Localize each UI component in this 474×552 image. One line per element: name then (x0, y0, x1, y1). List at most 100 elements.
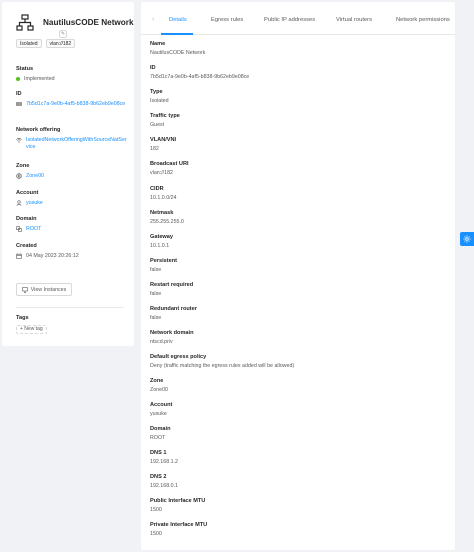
detail-value: Guest (150, 122, 165, 128)
detail-label: Domain (150, 426, 171, 432)
edit-icon[interactable]: ✎ (59, 30, 67, 38)
detail-row: Account yusuke (150, 402, 172, 417)
block-icon (16, 226, 22, 232)
detail-label: DNS 1 (150, 450, 167, 456)
account-field: Account yusuke (16, 190, 43, 206)
tab-egress-rules[interactable]: Egress rules (211, 17, 243, 23)
detail-value: 255.255.255.0 (150, 219, 184, 225)
tab-scroll-right-icon[interactable]: › (446, 16, 448, 23)
detail-label: Private Interface MTU (150, 522, 208, 528)
id-label: ID (16, 91, 22, 97)
detail-label: CIDR (150, 186, 164, 192)
settings-button[interactable] (460, 232, 474, 246)
page-scrollbar[interactable] (468, 0, 473, 552)
detail-value: 192.168.0.1 (150, 483, 178, 489)
detail-value: 192.168.1.2 (150, 459, 178, 465)
domain-label: Domain (16, 216, 37, 222)
account-label: Account (16, 190, 39, 196)
detail-row: Domain ROOT (150, 426, 171, 441)
detail-label: DNS 2 (150, 474, 167, 480)
calendar-icon (16, 253, 22, 259)
detail-row: Broadcast URI vlan://182 (150, 161, 189, 176)
detail-label: Network domain (150, 330, 194, 336)
active-tab-indicator (161, 33, 193, 35)
detail-row: Persistent false (150, 258, 177, 273)
detail-row: Traffic type Guest (150, 113, 180, 128)
detail-row: ID 7b5d1c7a-9e0b-4af5-b838-9b62eb9e08ce (150, 65, 249, 80)
detail-value: yusuke (150, 411, 167, 417)
tab-details[interactable]: Details (169, 17, 187, 23)
gear-icon (463, 235, 471, 243)
detail-label: Public Interface MTU (150, 498, 206, 504)
detail-row: Zone Zone00 (150, 378, 168, 393)
status-value: Implemented (24, 76, 55, 82)
detail-row: Name NautilusCODE Network (150, 41, 205, 56)
detail-row: Restart required false (150, 282, 193, 297)
detail-value: 1500 (150, 507, 162, 513)
detail-row: Type Isolated (150, 89, 169, 104)
account-link[interactable]: yusuke (26, 200, 43, 206)
detail-row: VLAN/VNI 182 (150, 137, 176, 152)
detail-label: Gateway (150, 234, 174, 240)
detail-value: 10.1.0.1 (150, 243, 170, 249)
offering-field: Network offering IsolatedNetworkOffering… (16, 127, 128, 151)
detail-label: Netmask (150, 210, 174, 216)
detail-row: Redundant router false (150, 306, 197, 321)
detail-row: DNS 1 192.168.1.2 (150, 450, 178, 465)
globe-icon (16, 173, 22, 179)
zone-label: Zone (16, 163, 30, 169)
tab-public-ip-addresses[interactable]: Public IP addresses (264, 17, 315, 23)
id-field: ID 7b5d1c7a-9e0b-4af5-b838-9b62eb9e08ce (16, 91, 128, 108)
domain-link[interactable]: ROOT (26, 226, 41, 232)
zone-link[interactable]: Zone00 (26, 173, 44, 179)
resource-summary-card: NautilusCODE Network ✎ Isolated vlan://1… (2, 2, 134, 346)
tab-virtual-routers[interactable]: Virtual routers (336, 17, 372, 23)
view-instances-button[interactable]: View Instances (16, 283, 72, 296)
detail-value: false (150, 291, 162, 297)
detail-value: ROOT (150, 435, 166, 441)
detail-label: ID (150, 65, 156, 71)
detail-row: Default egress policy Deny (traffic match… (150, 354, 294, 369)
detail-label: Name (150, 41, 166, 47)
detail-label: Zone (150, 378, 164, 384)
desktop-icon (21, 286, 28, 293)
detail-row: CIDR 10.1.0.0/24 (150, 186, 177, 201)
detail-row: Network domain ntscd.priv (150, 330, 194, 345)
detail-value: 182 (150, 146, 159, 152)
tab-network-permissions[interactable]: Network permissions (396, 17, 450, 23)
detail-row: Gateway 10.1.0.1 (150, 234, 173, 249)
detail-label: Broadcast URI (150, 161, 189, 167)
view-instances-label: View Instances (30, 286, 67, 293)
created-value: 04 May 2023 20:26:12 (26, 253, 79, 259)
detail-label: Type (150, 89, 163, 95)
new-tag-button[interactable]: + New tag (16, 325, 47, 334)
tab-scroll-left-icon[interactable]: ‹ (152, 16, 154, 23)
detail-row: Private Interface MTU 1500 (150, 522, 207, 537)
tags-label: Tags (16, 315, 29, 321)
barcode-icon (16, 102, 22, 106)
details-panel: ‹ Details Egress rules Public IP address… (141, 2, 455, 550)
detail-value: 10.1.0.0/24 (150, 195, 177, 201)
detail-label: Restart required (150, 282, 194, 288)
detail-label: VLAN/VNI (150, 137, 177, 143)
detail-row: DNS 2 192.168.0.1 (150, 474, 178, 489)
offering-link[interactable]: IsolatedNetworkOfferingWithSourceNatServ… (26, 137, 128, 151)
status-label: Status (16, 66, 34, 72)
created-field: Created 04 May 2023 20:26:12 (16, 243, 79, 259)
network-icon (16, 14, 34, 31)
network-title: NautilusCODE Network (43, 18, 134, 27)
wifi-icon (16, 137, 22, 143)
id-value-link[interactable]: 7b5d1c7a-9e0b-4af5-b838-9b62eb9e08ce (26, 101, 125, 108)
network-tags: Isolated vlan://182 (16, 39, 76, 48)
detail-value: 7b5d1c7a-9e0b-4af5-b838-9b62eb9e08ce (150, 74, 250, 80)
created-label: Created (16, 243, 37, 249)
detail-label: Default egress policy (150, 354, 207, 360)
domain-field: Domain ROOT (16, 216, 41, 232)
detail-value: 1500 (150, 531, 162, 537)
tag-type: Isolated (16, 39, 42, 48)
detail-label: Persistent (150, 258, 178, 264)
detail-value: Isolated (150, 98, 169, 104)
detail-value: false (150, 267, 162, 273)
offering-label: Network offering (16, 127, 61, 133)
detail-row: Netmask 255.255.255.0 (150, 210, 184, 225)
